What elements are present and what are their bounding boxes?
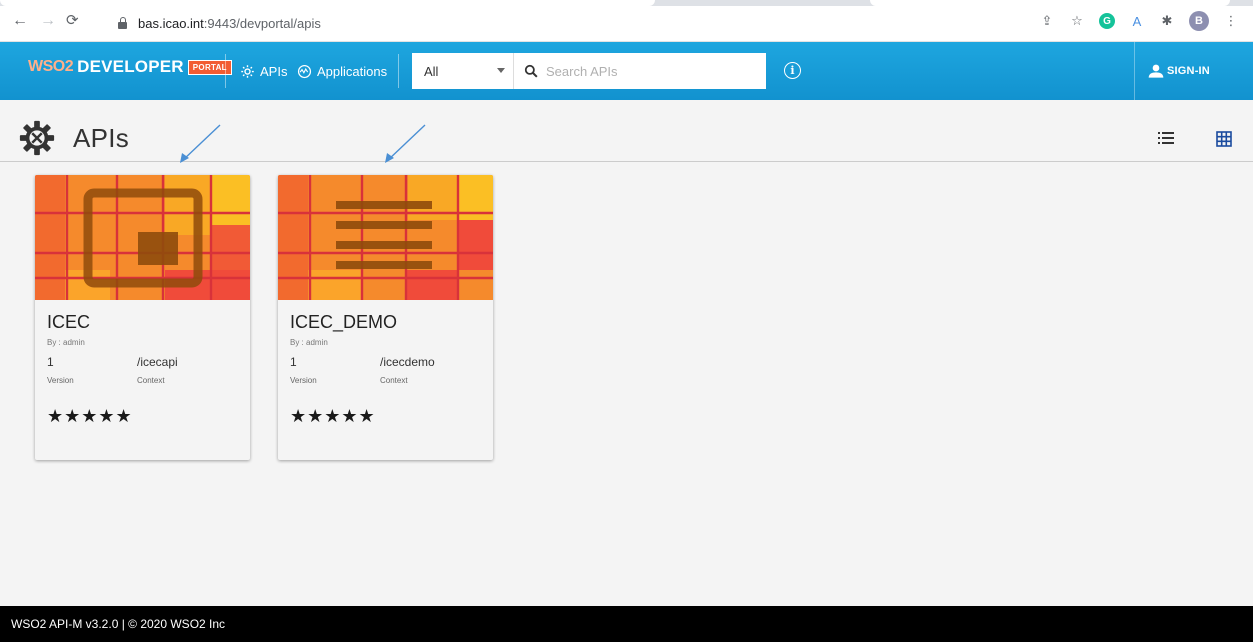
profile-avatar[interactable]: B (1189, 11, 1209, 31)
star-rating[interactable]: ★★★★★ (290, 406, 376, 427)
nav-apis-link[interactable]: APIs (240, 64, 287, 79)
api-version: 1 (290, 355, 297, 369)
translate-icon[interactable]: A (1129, 13, 1145, 29)
api-author: By : admin (47, 338, 85, 347)
forward-icon[interactable]: → (40, 13, 56, 29)
logo-wso2-text: WSO2 (28, 58, 74, 75)
api-thumbnail[interactable] (35, 175, 250, 300)
browser-tab-inactive[interactable] (870, 0, 1230, 6)
search-box[interactable] (514, 53, 766, 89)
grid-view-icon[interactable] (1216, 131, 1232, 147)
nav-apis-label: APIs (260, 64, 288, 79)
browser-tab[interactable] (0, 0, 655, 6)
search-input[interactable] (546, 63, 746, 79)
version-label: Version (290, 376, 317, 385)
sign-in-button[interactable]: SIGN-IN (1148, 64, 1210, 78)
address-bar[interactable]: bas.icao.int:9443/devportal/apis (100, 12, 1000, 34)
reload-icon[interactable]: ⟳ (66, 13, 79, 29)
api-context: /icecdemo (380, 355, 435, 369)
bookmark-star-icon[interactable]: ☆ (1069, 13, 1085, 29)
extensions-puzzle-icon[interactable]: ✱ (1159, 13, 1175, 29)
api-name[interactable]: ICEC_DEMO (290, 312, 397, 333)
search-filter-select[interactable]: All (412, 53, 514, 89)
divider (398, 54, 399, 88)
url-text[interactable]: bas.icao.int:9443/devportal/apis (138, 16, 321, 31)
footer-text: WSO2 API-M v3.2.0 | © 2020 WSO2 Inc (11, 617, 226, 631)
caret-down-icon (497, 68, 505, 73)
page-header: APIs (0, 100, 1253, 162)
api-thumbnail[interactable] (278, 175, 493, 300)
back-icon[interactable]: ← (12, 13, 28, 29)
search-filter-value: All (424, 63, 439, 79)
divider (225, 54, 226, 88)
api-name[interactable]: ICEC (47, 312, 90, 333)
lock-icon[interactable] (116, 16, 130, 30)
page-title: APIs (73, 123, 130, 153)
sign-in-label: SIGN-IN (1167, 65, 1210, 77)
apis-gear-icon (19, 120, 55, 156)
gear-icon (241, 65, 254, 78)
context-label: Context (137, 376, 165, 385)
api-author: By : admin (290, 338, 328, 347)
user-icon (1148, 64, 1164, 78)
api-card[interactable]: ICEC By : admin 1 /icecapi Version Conte… (35, 175, 250, 460)
app-bar: WSO2 DEVELOPER PORTAL APIs Applications … (0, 42, 1253, 100)
context-label: Context (380, 376, 408, 385)
browser-toolbar: ← → ⟳ bas.icao.int:9443/devportal/apis ⇪… (0, 0, 1253, 42)
nav-applications-link[interactable]: Applications (297, 64, 387, 79)
api-card[interactable]: ICEC_DEMO By : admin 1 /icecdemo Version… (278, 175, 493, 460)
info-icon[interactable]: i (784, 62, 801, 79)
share-icon[interactable]: ⇪ (1039, 13, 1055, 29)
star-rating[interactable]: ★★★★★ (47, 406, 133, 427)
grammarly-icon[interactable]: G (1099, 13, 1115, 29)
logo-developer-text: DEVELOPER (77, 57, 184, 76)
api-version: 1 (47, 355, 54, 369)
search-icon (524, 64, 538, 78)
version-label: Version (47, 376, 74, 385)
divider (1134, 42, 1135, 100)
tab-strip (0, 0, 1253, 6)
nav-applications-label: Applications (317, 64, 388, 79)
menu-kebab-icon[interactable]: ⋮ (1223, 13, 1239, 29)
developer-portal-logo[interactable]: WSO2 DEVELOPER PORTAL (28, 56, 232, 78)
list-view-icon[interactable] (1158, 132, 1174, 144)
extension-bar: ⇪ ☆ G A ✱ B ⋮ (1039, 11, 1239, 31)
footer: WSO2 API-M v3.2.0 | © 2020 WSO2 Inc (0, 606, 1253, 642)
api-context: /icecapi (137, 355, 178, 369)
applications-icon (297, 64, 312, 79)
